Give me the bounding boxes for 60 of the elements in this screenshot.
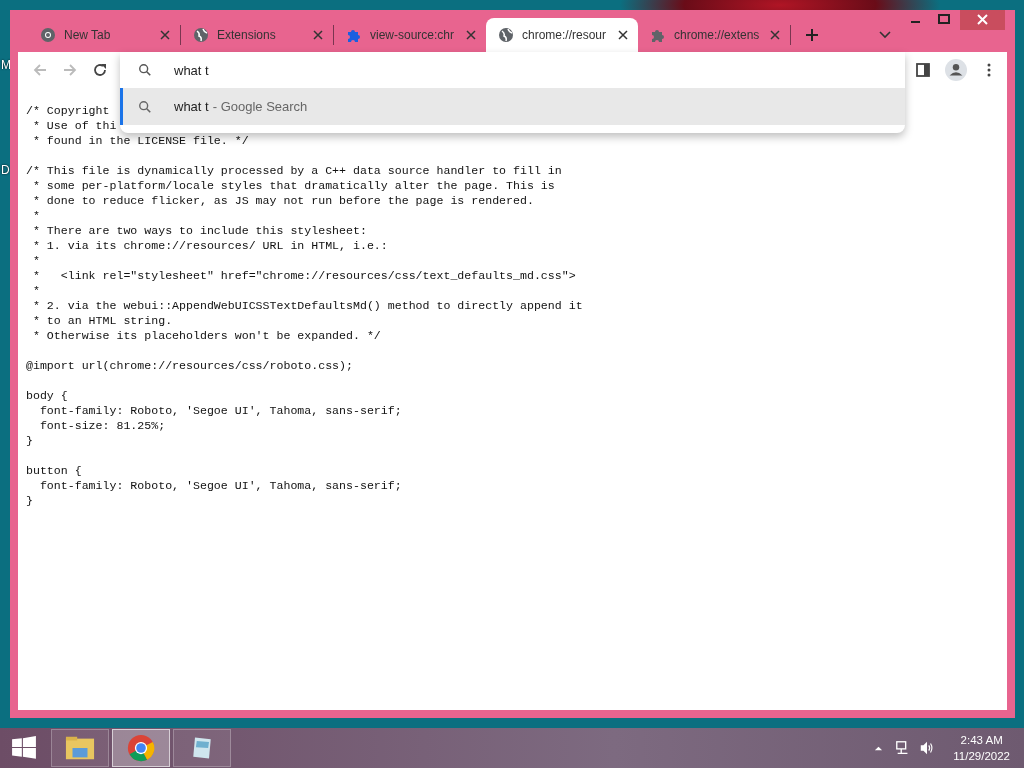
browser-tab[interactable]: New Tab bbox=[28, 18, 180, 52]
code-line: * <link rel="stylesheet" href="chrome://resources/css/text_defaults_md.css"> bbox=[31, 268, 576, 283]
tab-title: chrome://extens bbox=[674, 28, 761, 42]
code-line: font-size: 81.25%; bbox=[38, 418, 166, 433]
code-line: * some per-platform/locale styles that dramatically alter the page. This is bbox=[31, 178, 555, 193]
profile-icon[interactable] bbox=[945, 59, 967, 81]
code-line: * bbox=[31, 253, 40, 268]
code-line: /* Copyright bbox=[26, 103, 110, 118]
desktop-icon-label[interactable]: M bbox=[1, 58, 11, 72]
tab-title: New Tab bbox=[64, 28, 112, 42]
reload-icon[interactable] bbox=[92, 62, 108, 78]
folder-icon bbox=[65, 734, 95, 762]
code-line: * found in the LICENSE file. */ bbox=[31, 133, 249, 148]
browser-tab[interactable]: chrome://extens bbox=[638, 18, 790, 52]
code-line: * 2. via the webui::AppendWebUICSSTextDefaultsMd() method to directly append it bbox=[31, 298, 583, 313]
puzzle-icon bbox=[346, 27, 362, 43]
chrome-logo-icon bbox=[40, 27, 56, 43]
code-line: * to an HTML string. bbox=[31, 313, 173, 328]
code-line: font-family: Roboto, 'Segoe UI', Tahoma, sans-serif; bbox=[38, 478, 402, 493]
taskbar-button[interactable] bbox=[112, 729, 170, 767]
browser-tab[interactable]: Extensions bbox=[181, 18, 333, 52]
search-icon bbox=[138, 63, 152, 77]
new-tab-icon[interactable] bbox=[805, 28, 819, 42]
close-icon[interactable] bbox=[618, 30, 628, 40]
suggestion-description: - Google Search bbox=[212, 99, 308, 114]
chevron-down-icon[interactable] bbox=[879, 31, 891, 39]
code-line: /* This file is dynamically processed by a C++ data source handler to fill in bbox=[26, 163, 562, 178]
code-line: button { bbox=[26, 463, 82, 478]
clock-date[interactable]: 11/29/2022 bbox=[953, 748, 1010, 764]
tab-title: view-source:chr bbox=[370, 28, 456, 42]
windows-start-icon[interactable] bbox=[11, 735, 37, 761]
browser-tab[interactable]: chrome://resour bbox=[486, 18, 638, 52]
desktop-icon-label[interactable]: D bbox=[1, 163, 10, 177]
suggestion-query: what t bbox=[174, 99, 209, 114]
globe-icon bbox=[193, 27, 209, 43]
chrome-logo-icon bbox=[126, 734, 156, 762]
code-line: * done to reduce flicker, as JS may not run before the page is rendered. bbox=[31, 193, 534, 208]
search-suggestion[interactable]: what t - Google Search bbox=[120, 88, 905, 125]
taskbar-button[interactable] bbox=[173, 729, 231, 767]
code-line: * 1. via its chrome://resources/ URL in HTML, i.e.: bbox=[31, 238, 388, 253]
code-line: body { bbox=[26, 388, 68, 403]
clock-time[interactable]: 2:43 AM bbox=[960, 732, 1003, 748]
code-line: * There are two ways to include this stylesheet: bbox=[31, 223, 367, 238]
side-panel-icon[interactable] bbox=[915, 62, 931, 78]
tab-title: chrome://resour bbox=[522, 28, 608, 42]
code-line: } bbox=[26, 493, 33, 508]
globe-icon bbox=[498, 27, 514, 43]
code-line: * Otherwise its placeholders won't be expanded. */ bbox=[31, 328, 381, 343]
browser-tab[interactable]: view-source:chr bbox=[334, 18, 486, 52]
code-line: } bbox=[26, 433, 33, 448]
code-line: * bbox=[31, 208, 40, 223]
code-line: @import url(chrome://resources/css/roboto.css); bbox=[26, 358, 353, 373]
search-icon bbox=[138, 99, 152, 114]
tab-title: Extensions bbox=[217, 28, 277, 42]
puzzle-icon bbox=[650, 27, 666, 43]
code-line: font-family: Roboto, 'Segoe UI', Tahoma, sans-serif; bbox=[38, 403, 402, 418]
code-line: * bbox=[31, 283, 40, 298]
taskbar-button[interactable] bbox=[51, 729, 109, 767]
close-window-button[interactable] bbox=[960, 10, 1005, 30]
code-line: * Use of thi bbox=[31, 118, 117, 133]
